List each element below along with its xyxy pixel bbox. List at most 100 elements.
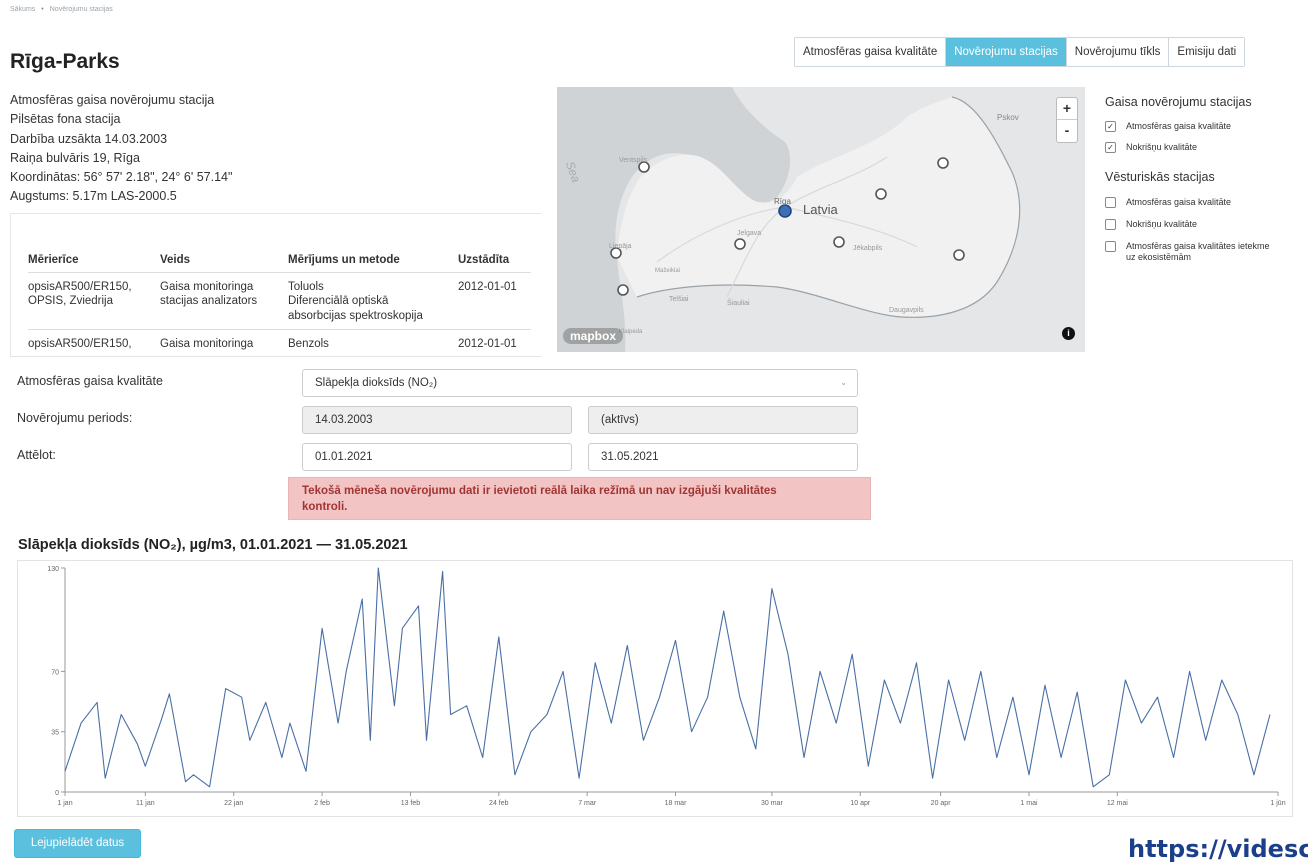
cell-device: opsisAR500/ER150, OPSIS, Zviedrija (28, 272, 160, 330)
x-tick-label: 1 jūn (1270, 800, 1285, 807)
station-marker[interactable] (734, 238, 746, 250)
zoom-in-button[interactable]: + (1057, 98, 1077, 120)
tab-air-quality[interactable]: Atmosfēras gaisa kvalitāte (795, 38, 946, 66)
y-tick-label: 130 (47, 566, 59, 573)
quality-label: Atmosfēras gaisa kvalitāte (17, 374, 163, 388)
tab-emissions[interactable]: Emisiju dati (1168, 38, 1245, 66)
map-label-country: Latvia (803, 202, 838, 217)
station-marker[interactable] (937, 157, 949, 169)
x-tick-label: 20 apr (931, 800, 952, 807)
map-label-mazeikiai: Mažeikiai (655, 268, 680, 274)
map-label-capital: Rīga (774, 197, 791, 206)
checkbox-unchecked[interactable] (1105, 219, 1116, 230)
download-data-button[interactable]: Lejupielādēt datus (14, 829, 141, 858)
column-header-device: Mērierīce (28, 248, 160, 273)
chevron-down-icon: ⌄ (840, 378, 847, 387)
cell-type: Gaisa monitoringa (160, 329, 288, 356)
y-tick-label: 70 (51, 669, 59, 676)
cell-method: Benzols (288, 329, 458, 356)
column-header-type: Veids (160, 248, 288, 273)
x-tick-label: 30 mar (761, 800, 783, 807)
column-header-method: Mērījums un metode (288, 248, 458, 273)
map-label-ventspils: Ventspils (619, 157, 648, 164)
chart-svg[interactable]: 0 35 70 130 1 jan 11 jan 22 jan 2 feb 13 feb 24 f… (18, 561, 1292, 816)
map-label-pskov: Pskov (997, 113, 1019, 122)
watermark-url: https://videsc (1128, 835, 1308, 862)
legend-historic-title: Vēsturiskās stacijas (1105, 170, 1215, 184)
period-to-field: (aktīvs) (588, 406, 858, 434)
station-coordinates: Koordinātas: 56° 57' 2.18", 24° 6' 57.14… (10, 170, 233, 185)
page-title: Rīga-Parks (10, 50, 120, 73)
filter-historic-ecosystem[interactable]: Atmosfēras gaisa kvalitātes ietekme uz e… (1105, 241, 1270, 263)
no2-chart[interactable]: 0 35 70 130 1 jan 11 jan 22 jan 2 feb 13 feb 24 f… (17, 560, 1293, 817)
filter-historic-precipitation[interactable]: Nokrišņu kvalitāte (1105, 219, 1197, 230)
zoom-out-button[interactable]: - (1057, 120, 1077, 142)
x-tick-label: 13 feb (401, 800, 421, 807)
y-tick-label: 35 (51, 730, 59, 737)
display-to-input[interactable]: 31.05.2021 (588, 443, 858, 471)
x-tick-label: 2 feb (314, 800, 330, 807)
cell-type: Gaisa monitoringa stacijas analizators (160, 272, 288, 330)
map-label-liepaja: Liepāja (609, 243, 632, 250)
checkbox-unchecked[interactable] (1105, 241, 1116, 252)
x-tick-label: 7 mar (578, 800, 597, 807)
breadcrumb-current: Novērojumu stacijas (49, 6, 113, 13)
display-from-input[interactable]: 01.01.2021 (302, 443, 572, 471)
realtime-warning-alert: Tekošā mēneša novērojumu dati ir ievieto… (288, 477, 871, 520)
pollutant-select[interactable]: Slāpekļa dioksīds (NO₂) ⌄ (302, 369, 858, 397)
map-label-jekabpils: Jēkabpils (853, 245, 883, 252)
x-tick-label: 1 mai (1020, 800, 1038, 807)
map-label-daugavpils: Daugavpils (889, 307, 924, 314)
selected-station-marker[interactable] (778, 204, 792, 218)
checkbox-unchecked[interactable] (1105, 197, 1116, 208)
x-tick-label: 11 jan (136, 800, 155, 807)
column-header-installed: Uzstādīta (458, 248, 531, 273)
station-address: Raiņa bulvāris 19, Rīga (10, 150, 140, 165)
station-started: Darbība uzsākta 14.03.2003 (10, 131, 168, 146)
info-icon[interactable]: i (1062, 327, 1075, 340)
checkbox-checked[interactable]: ✓ (1105, 142, 1116, 153)
x-tick-label: 22 jan (224, 800, 243, 807)
station-altitude: Augstums: 5.17m LAS-2000.5 (10, 189, 177, 204)
legend-current-title: Gaisa novērojumu stacijas (1105, 95, 1252, 109)
breadcrumb: Sākums • Novērojumu stacijas (10, 6, 113, 13)
map-canvas[interactable]: Latvia Rīga Pskov Ventspils Jelgava Jēka… (557, 87, 1085, 352)
cell-method: Toluols Diferenciālā optiskā absorbcijas… (288, 272, 458, 330)
equipment-table: Mērierīce Veids Mērījums un metode Uzstā… (28, 248, 531, 356)
station-map[interactable]: Latvia Rīga Pskov Ventspils Jelgava Jēka… (557, 87, 1085, 352)
breadcrumb-separator: • (41, 6, 44, 13)
station-marker[interactable] (953, 249, 965, 261)
filter-historic-air[interactable]: Atmosfēras gaisa kvalitāte (1105, 197, 1231, 208)
station-info: Atmosfēras gaisa novērojumu stacija Pils… (10, 91, 232, 207)
tab-stations[interactable]: Novērojumu stacijas (945, 38, 1066, 66)
period-label: Novērojumu periods: (17, 411, 133, 425)
station-type: Atmosfēras gaisa novērojumu stacija (10, 93, 215, 107)
x-tick-label: 12 mai (1107, 800, 1128, 807)
period-from-field: 14.03.2003 (302, 406, 572, 434)
table-row: opsisAR500/ER150, OPSIS, Zviedrija Gaisa… (28, 272, 531, 330)
x-tick-label: 1 jan (57, 800, 72, 807)
station-category: Pilsētas fona stacija (10, 112, 121, 127)
x-tick-label: 24 feb (489, 800, 509, 807)
section-tabs: Atmosfēras gaisa kvalitāte Novērojumu st… (794, 37, 1246, 67)
table-row: opsisAR500/ER150, Gaisa monitoringa Benz… (28, 329, 531, 356)
equipment-panel[interactable]: Mērierīce Veids Mērījums un metode Uzstā… (10, 213, 541, 357)
chart-title: Slāpekļa dioksīds (NO₂), µg/m3, 01.01.20… (18, 537, 408, 553)
tab-network[interactable]: Novērojumu tīkls (1065, 38, 1169, 66)
y-tick-label: 0 (55, 790, 59, 797)
filter-current-precipitation[interactable]: ✓ Nokrišņu kvalitāte (1105, 142, 1197, 153)
cell-installed: 2012-01-01 (458, 272, 531, 330)
mapbox-logo[interactable]: mapbox (563, 328, 624, 344)
station-marker[interactable] (833, 236, 845, 248)
x-tick-label: 18 mar (665, 800, 687, 807)
station-marker[interactable] (617, 284, 629, 296)
map-label-jelgava: Jelgava (737, 230, 761, 237)
x-tick-label: 10 apr (850, 800, 871, 807)
breadcrumb-home[interactable]: Sākums (10, 6, 35, 13)
filter-current-air[interactable]: ✓ Atmosfēras gaisa kvalitāte (1105, 121, 1231, 132)
map-label-siauliai: Šiauliai (727, 298, 750, 307)
checkbox-checked[interactable]: ✓ (1105, 121, 1116, 132)
no2-series-line (64, 567, 1271, 788)
station-marker[interactable] (875, 188, 887, 200)
cell-device: opsisAR500/ER150, (28, 329, 160, 356)
